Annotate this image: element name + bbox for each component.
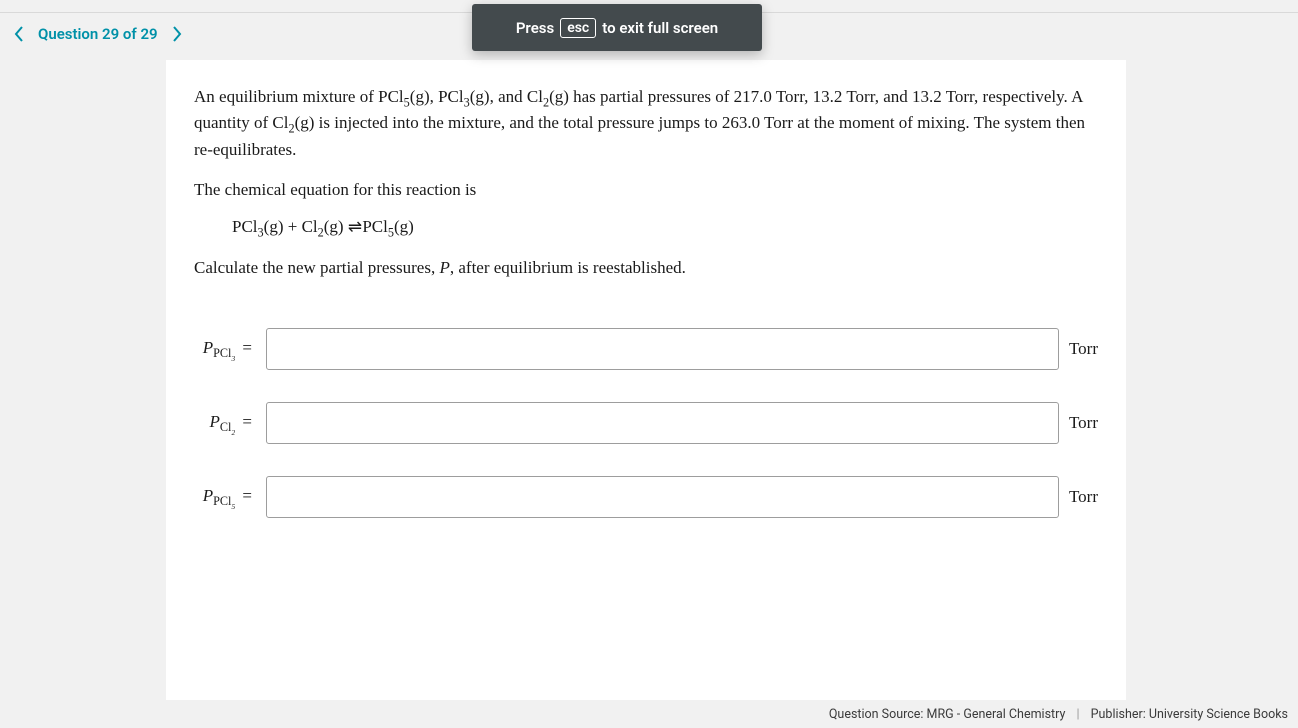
- problem-paragraph-3: Calculate the new partial pressures, P, …: [194, 255, 1098, 281]
- problem-paragraph-1: An equilibrium mixture of PCl5(g), PCl3(…: [194, 84, 1098, 163]
- footer-source-value: MRG - General Chemistry: [927, 707, 1066, 722]
- question-card: An equilibrium mixture of PCl5(g), PCl3(…: [166, 60, 1126, 700]
- next-question-button[interactable]: [168, 25, 186, 43]
- overlay-press-text: Press: [516, 19, 554, 37]
- problem-paragraph-2: The chemical equation for this reaction …: [194, 177, 1098, 203]
- footer-separator: |: [1076, 707, 1079, 722]
- answer-input-cl2[interactable]: [266, 402, 1059, 444]
- esc-key-badge: esc: [560, 18, 596, 38]
- answer-label-pcl5: PPCl5 =: [194, 486, 256, 507]
- answer-input-pcl3[interactable]: [266, 328, 1059, 370]
- fullscreen-esc-overlay: Press esc to exit full screen: [472, 4, 762, 51]
- answer-row-pcl5: PPCl5 = Torr: [194, 476, 1098, 518]
- answer-row-cl2: PCl2 = Torr: [194, 402, 1098, 444]
- footer-source-label: Question Source:: [829, 707, 924, 722]
- unit-cl2: Torr: [1069, 413, 1098, 433]
- unit-pcl3: Torr: [1069, 339, 1098, 359]
- chevron-left-icon: [14, 26, 24, 42]
- answer-label-pcl3: PPCl3 =: [194, 338, 256, 359]
- chemical-equation: PCl3(g) + Cl2(g) ⇌ PCl5(g): [232, 217, 1098, 237]
- question-label: Question 29 of 29: [38, 25, 158, 43]
- answer-row-pcl3: PPCl3 = Torr: [194, 328, 1098, 370]
- answer-label-cl2: PCl2 =: [194, 412, 256, 433]
- prev-question-button[interactable]: [10, 25, 28, 43]
- answer-input-pcl5[interactable]: [266, 476, 1059, 518]
- footer: Question Source: MRG - General Chemistry…: [829, 707, 1288, 722]
- footer-publisher-value: University Science Books: [1149, 707, 1288, 722]
- question-nav: Question 29 of 29: [0, 25, 186, 43]
- chevron-right-icon: [172, 26, 182, 42]
- unit-pcl5: Torr: [1069, 487, 1098, 507]
- overlay-exit-text: to exit full screen: [602, 19, 718, 37]
- footer-publisher-label: Publisher:: [1091, 707, 1146, 722]
